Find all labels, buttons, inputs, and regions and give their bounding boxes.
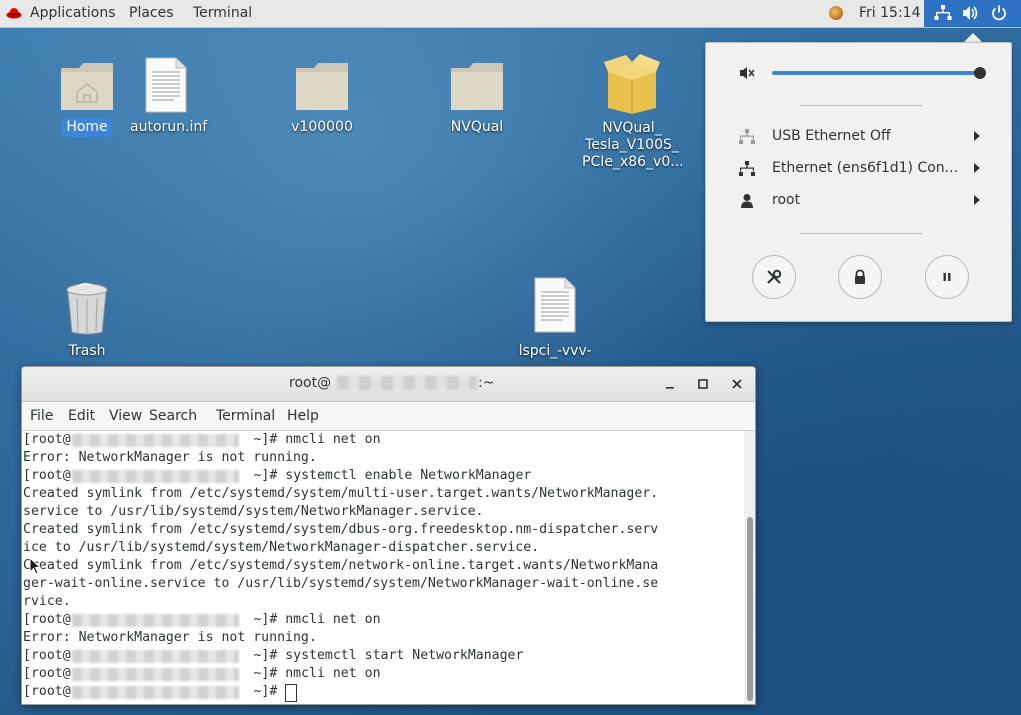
window-title-suffix: :~ [478,375,495,391]
terminal-scrollbar[interactable] [744,431,755,704]
menu-item-label: root [772,192,801,208]
terminal-output-line: Error: NetworkManager is not running. [23,450,317,465]
terminal-output-line: ger-wait-online.service to /usr/lib/syst… [23,576,659,591]
power-icon [992,5,1006,21]
redacted-hostname [337,376,477,390]
desktop-icon-label: v100000 [291,119,353,135]
terminal-output-line: Created symlink from /etc/systemd/system… [23,522,659,537]
suspend-button[interactable] [925,255,969,299]
prompt-prefix: [root@ [23,612,71,627]
close-icon[interactable] [730,377,744,391]
top-bar: Applications Places Terminal Fri 15:14 [0,0,1021,28]
desktop-icon-label: Home [62,118,112,137]
volume-slider[interactable] [772,67,986,79]
lock-screen-button[interactable] [838,255,882,299]
prompt-prefix: [root@ [23,684,71,699]
system-status-area[interactable] [924,0,1021,27]
terminal-output-line: Created symlink from /etc/systemd/system… [23,486,659,501]
terminal-output[interactable]: [root@ ~]# nmcli net on Error: NetworkMan… [22,431,742,704]
terminal-output-line: Error: NetworkManager is not running. [23,630,317,645]
user-icon [741,194,753,208]
status-applet-icon[interactable] [829,6,843,20]
terminal-output-line: rvice. [23,594,71,609]
text-file-icon [145,57,187,113]
system-menu-pointer [964,33,982,42]
menu-separator [800,105,922,106]
prompt-command: ~]# systemctl enable NetworkManager [245,468,532,483]
menu-help[interactable]: Help [287,408,319,424]
prompt-prefix: [root@ [23,432,71,447]
system-menu: USB Ethernet Off Ethernet (ens6f1d1) Con… [705,42,1012,322]
menu-item-label: Ethernet (ens6f1d1) Con... [772,160,959,176]
window-title: root@ [289,375,332,391]
trash-icon [66,283,108,335]
menu-terminal[interactable]: Terminal [216,408,275,424]
redhat-logo-icon[interactable] [6,6,22,20]
pause-icon [943,273,951,281]
menu-view[interactable]: View [109,408,142,424]
clock[interactable]: Fri 15:14 [859,5,920,21]
home-folder-icon [61,63,113,110]
desktop-icon-label: NVQual [450,119,504,135]
volume-muted-icon [740,67,755,79]
desktop-icon-label: Trash [68,343,106,359]
submenu-arrow-icon [974,131,980,141]
terminal-menubar: File Edit View Search Terminal Help [22,402,755,431]
menu-separator [800,233,922,234]
prompt-command: ~]# [245,684,286,699]
prompt-prefix: [root@ [23,468,71,483]
folder-icon [296,63,348,110]
applications-menu[interactable]: Applications [30,5,116,21]
menu-item-label: USB Ethernet Off [772,128,891,144]
prompt-command: ~]# nmcli net on [245,666,381,681]
network-wired-disconnected-icon [739,129,755,144]
terminal-prompt-line: [root@ ~]# systemctl start NetworkManage… [23,647,523,665]
folder-icon [451,63,503,110]
terminal-app-menu[interactable]: Terminal [193,5,252,21]
prompt-command: ~]# systemctl start NetworkManager [245,648,524,663]
package-archive-icon [604,54,660,114]
terminal-output-line: ice to /usr/lib/systemd/system/NetworkMa… [23,540,540,555]
prompt-prefix: [root@ [23,666,71,681]
mouse-pointer-icon [29,557,41,575]
places-menu[interactable]: Places [129,5,174,21]
menu-item-user[interactable]: root [706,189,1011,213]
text-file-icon [534,277,576,333]
prompt-command: ~]# nmcli net on [245,612,381,627]
menu-edit[interactable]: Edit [68,408,95,424]
settings-tools-icon [767,269,782,284]
menu-search[interactable]: Search [149,408,197,424]
terminal-prompt-line: [root@ ~]# nmcli net on [23,431,381,449]
terminal-prompt-line: [root@ ~]# systemctl enable NetworkManag… [23,467,531,485]
submenu-arrow-icon [974,195,980,205]
terminal-cursor [285,684,298,702]
menu-item-usb-ethernet[interactable]: USB Ethernet Off [706,125,1011,149]
menu-file[interactable]: File [30,408,53,424]
terminal-output-line: service to /usr/lib/systemd/system/Netwo… [23,504,484,519]
desktop-icon-label: NVQual_ Tesla_V100S_ PCIe_x86_v0... [582,120,684,170]
network-wired-icon [934,5,952,20]
scrollbar-thumb[interactable] [747,517,753,701]
menu-item-ethernet[interactable]: Ethernet (ens6f1d1) Con... [706,157,1011,181]
volume-slider-fill [772,71,980,75]
volume-slider-handle[interactable] [973,67,986,79]
terminal-titlebar[interactable]: root@ :~ [22,367,755,402]
terminal-prompt-line: [root@ ~]# nmcli net on [23,611,381,629]
prompt-prefix: [root@ [23,648,71,663]
desktop-icon-label: lspci_-vvv- [518,343,592,359]
settings-button[interactable] [752,255,796,299]
lock-icon [855,269,865,284]
terminal-window[interactable]: root@ :~ File Edit View Search Terminal … [21,366,756,705]
volume-icon [963,6,978,20]
prompt-command: ~]# nmcli net on [245,432,381,447]
terminal-prompt-line: [root@ ~]# nmcli net on [23,665,381,683]
minimize-icon[interactable] [663,377,677,391]
terminal-prompt-line: [root@ ~]# [23,683,285,701]
desktop-icon-label: autorun.inf [130,119,208,135]
maximize-icon[interactable] [696,377,710,391]
submenu-arrow-icon [974,163,980,173]
terminal-output-line: Created symlink from /etc/systemd/system… [23,558,659,573]
network-wired-icon [739,161,755,176]
